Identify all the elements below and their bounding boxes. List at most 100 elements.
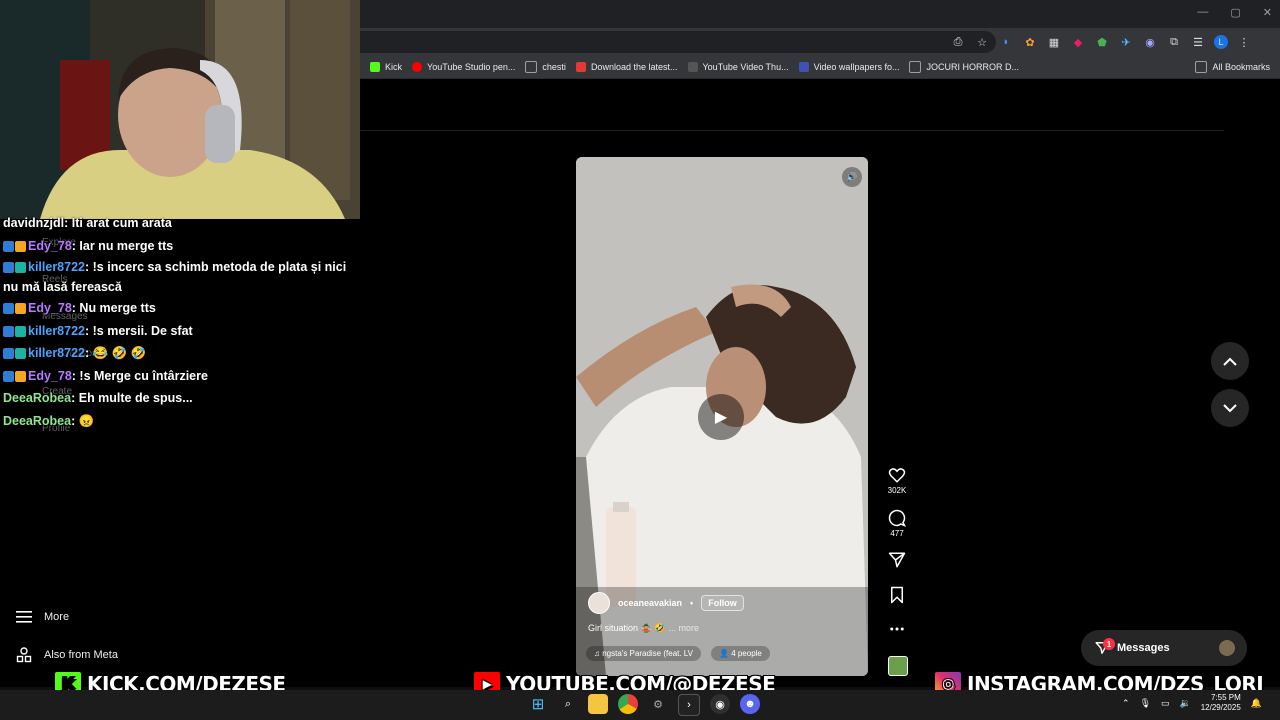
- chat-username[interactable]: Edy_78: [28, 369, 72, 383]
- chat-text: : !s mersii. De sfat: [85, 323, 193, 338]
- extension-icon[interactable]: ◗: [998, 34, 1014, 50]
- chat-username[interactable]: DeeaRobea: [3, 391, 71, 405]
- bookmark-folder-chesti[interactable]: chesti: [525, 61, 566, 73]
- kick-icon: [370, 62, 380, 72]
- chat-username[interactable]: DeeaRobea: [3, 414, 71, 428]
- chat-username[interactable]: Edy_78: [28, 239, 72, 253]
- bookmark-kick[interactable]: Kick: [370, 62, 402, 72]
- terminal-icon[interactable]: ›: [678, 694, 700, 716]
- extension-icon[interactable]: ◉: [1142, 34, 1158, 50]
- share-button[interactable]: [884, 551, 910, 569]
- chat-text: : Iti arat cum arata: [64, 216, 172, 230]
- more-dots-icon: [890, 627, 904, 631]
- star-icon[interactable]: ☆: [974, 34, 990, 50]
- notification-icon[interactable]: 🔔: [1251, 698, 1262, 709]
- stream-chat: davidnzjdl: Iti arat cum arata Edy_78: Ia…: [3, 212, 353, 432]
- search-icon[interactable]: ⌕: [558, 694, 578, 714]
- thumbnail-site-icon: [687, 62, 698, 72]
- save-button[interactable]: [884, 586, 910, 604]
- more-options-button[interactable]: [884, 620, 910, 638]
- download-site-icon: [575, 62, 586, 72]
- extension-icon[interactable]: ▦: [1046, 34, 1062, 50]
- install-app-icon[interactable]: ⎙: [950, 34, 966, 50]
- comment-button[interactable]: 477: [884, 509, 910, 538]
- chat-username[interactable]: killer8722: [28, 324, 85, 338]
- clock[interactable]: 7:55 PM 12/29/2025: [1201, 693, 1241, 713]
- chrome-icon[interactable]: [618, 694, 638, 714]
- settings-icon[interactable]: ⚙: [648, 694, 668, 714]
- badge-icon: [15, 370, 26, 382]
- badge-icon: [15, 325, 26, 337]
- follow-button[interactable]: Follow: [701, 595, 744, 611]
- all-bookmarks[interactable]: All Bookmarks: [1195, 56, 1270, 78]
- audio-thumbnail[interactable]: [888, 656, 908, 676]
- chat-message: killer8722: 😂 🤣 🤣: [3, 342, 353, 365]
- audio-track[interactable]: ♫ ngsta's Paradise (feat. LV: [586, 646, 701, 661]
- webcam-feed: [0, 0, 360, 219]
- minimize-button[interactable]: —: [1197, 6, 1208, 19]
- next-reel-button[interactable]: [1211, 389, 1249, 427]
- chat-message: Edy_78: !s Merge cu întârziere: [3, 365, 353, 388]
- windows-start-icon[interactable]: ⊞: [528, 694, 548, 714]
- window-controls: — ▢ ✕: [1197, 6, 1272, 19]
- comment-count: 477: [890, 529, 904, 538]
- bookmark-youtube-studio[interactable]: YouTube Studio pen...: [412, 62, 515, 72]
- bookmark-download[interactable]: Download the latest...: [575, 62, 678, 72]
- sidebar-item-also-from-meta[interactable]: Also from Meta: [16, 647, 118, 663]
- address-bar[interactable]: [360, 31, 996, 53]
- volume-icon[interactable]: 🔉: [1180, 698, 1191, 709]
- chat-username[interactable]: Edy_78: [28, 301, 72, 315]
- chat-message: killer8722: !s incerc sa schimb metoda d…: [3, 257, 353, 297]
- shield-icon[interactable]: ⬟: [1094, 34, 1110, 50]
- close-button[interactable]: ✕: [1263, 6, 1272, 19]
- chat-username[interactable]: davidnzjdl: [3, 216, 64, 230]
- author-username[interactable]: oceaneavakian: [618, 598, 682, 608]
- author-avatar[interactable]: [588, 592, 610, 614]
- play-button[interactable]: ▶: [698, 394, 744, 440]
- menu-icon[interactable]: ⋮: [1236, 34, 1252, 50]
- badge-icon: [3, 325, 14, 337]
- network-icon[interactable]: ▭: [1161, 698, 1170, 709]
- reel-video[interactable]: 🔊 ▶ oceaneavakian • Follow Girl situatio…: [576, 157, 868, 676]
- chevron-up-icon[interactable]: ⌃: [1122, 698, 1130, 709]
- chevron-up-icon: [1223, 357, 1237, 366]
- toolbar-icons: ⎙ ☆ ◗ ✿ ▦ ◆ ⬟ ✈ ◉ ⧉ ☰ L ⋮: [950, 31, 1252, 53]
- chat-username[interactable]: killer8722: [28, 346, 85, 360]
- messages-button[interactable]: 1 Messages: [1081, 630, 1247, 666]
- microphone-icon[interactable]: 🎙: [1140, 698, 1151, 709]
- badge-icon: [3, 240, 14, 252]
- extension-icon[interactable]: ◆: [1070, 34, 1086, 50]
- extension-icon[interactable]: ✿: [1022, 34, 1038, 50]
- badge-icon: [3, 303, 14, 315]
- reading-list-icon[interactable]: ☰: [1190, 34, 1206, 50]
- like-button[interactable]: 302K: [884, 466, 910, 495]
- chat-badges: [3, 325, 26, 337]
- tagged-people[interactable]: 👤 4 people: [711, 646, 770, 661]
- divider: [360, 130, 1224, 131]
- wallpaper-site-icon: [798, 62, 809, 72]
- maximize-button[interactable]: ▢: [1230, 6, 1240, 19]
- meta-apps-icon: [16, 647, 32, 663]
- system-tray: ⌃ 🎙 ▭ 🔉 7:55 PM 12/29/2025 🔔: [1122, 693, 1262, 713]
- reel-audio-row: ♫ ngsta's Paradise (feat. LV 👤 4 people: [586, 646, 770, 661]
- caption-more-link[interactable]: ... more: [668, 623, 699, 633]
- badge-icon: [15, 303, 26, 315]
- chat-badges: [3, 370, 26, 382]
- sidebar-item-more[interactable]: More: [16, 610, 69, 624]
- bookmark-video-wallpapers[interactable]: Video wallpapers fo...: [798, 62, 899, 72]
- profile-avatar[interactable]: L: [1214, 35, 1228, 49]
- file-explorer-icon[interactable]: [588, 694, 608, 714]
- chat-text: : Iar nu merge tts: [71, 238, 174, 253]
- speaker-icon[interactable]: 🔊: [842, 167, 862, 187]
- bookmark-youtube-thumbnail[interactable]: YouTube Video Thu...: [687, 62, 789, 72]
- puzzle-icon[interactable]: ⧉: [1166, 34, 1182, 50]
- bookmark-folder-jocuri[interactable]: JOCURI HORROR D...: [909, 61, 1019, 73]
- badge-icon: [15, 348, 26, 360]
- badge-icon: [3, 370, 14, 382]
- obs-icon[interactable]: ◉: [710, 694, 730, 714]
- chat-text: : 😂 🤣 🤣: [85, 346, 147, 360]
- extension-icon[interactable]: ✈: [1118, 34, 1134, 50]
- previous-reel-button[interactable]: [1211, 342, 1249, 380]
- chat-username[interactable]: killer8722: [28, 260, 85, 274]
- discord-icon[interactable]: ☻: [740, 694, 760, 714]
